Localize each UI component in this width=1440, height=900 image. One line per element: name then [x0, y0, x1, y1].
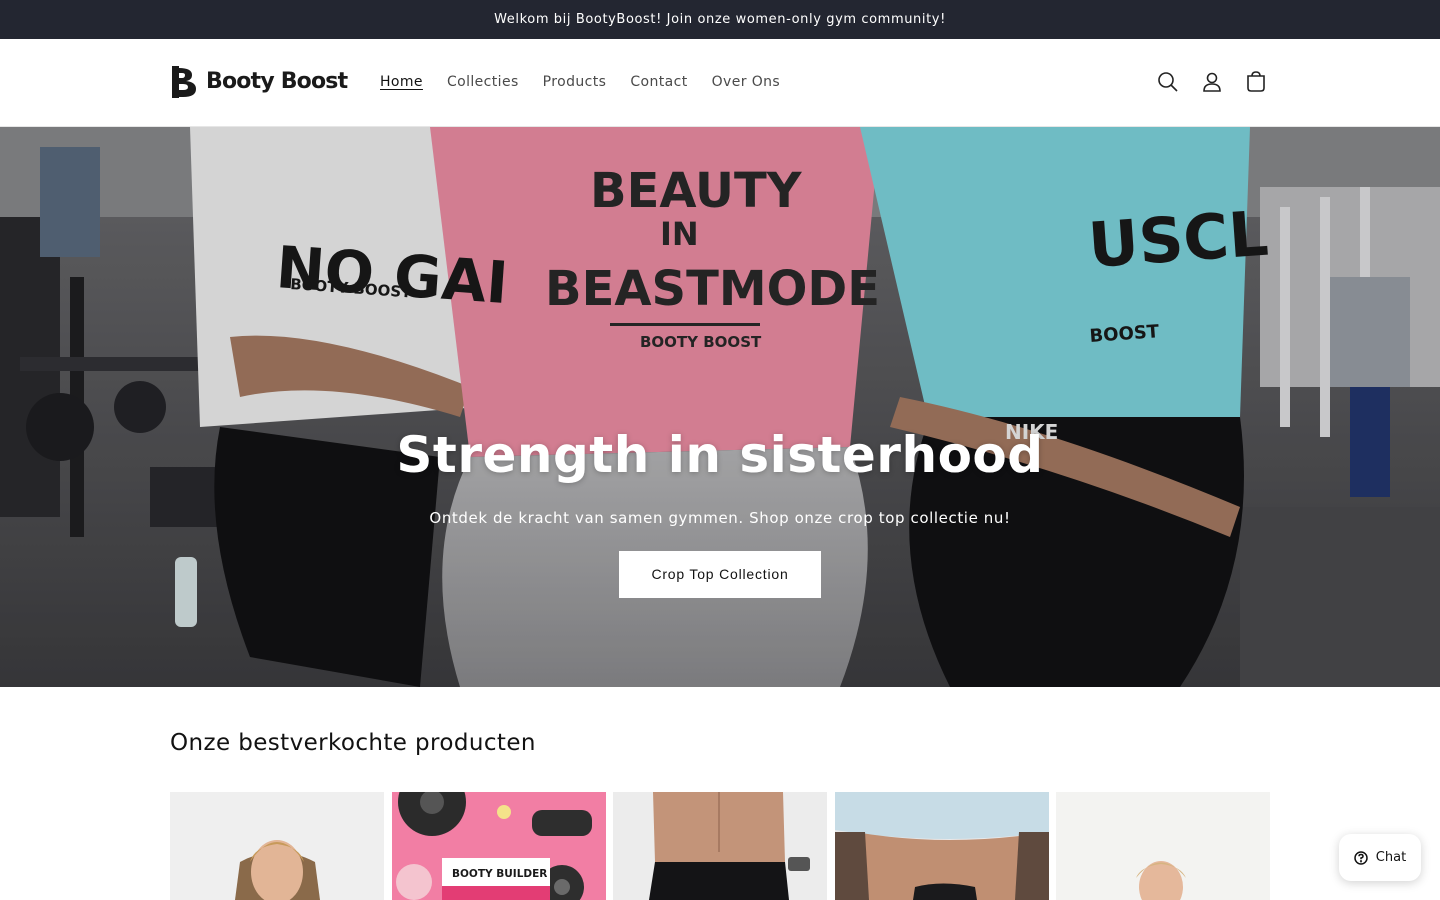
- search-button[interactable]: [1146, 69, 1190, 95]
- crop-top-collection-button[interactable]: Crop Top Collection: [619, 551, 821, 598]
- logo-icon: [172, 66, 196, 98]
- product-image: [834, 792, 1049, 900]
- announcement-text: Welkom bij BootyBoost! Join onze women-o…: [494, 12, 946, 27]
- cart-icon: [1247, 71, 1265, 92]
- product-card[interactable]: BOOTY BUILDER: [391, 792, 606, 900]
- nav-item-contact[interactable]: Contact: [618, 69, 699, 95]
- product-image: [1056, 792, 1270, 900]
- announcement-bar: Welkom bij BootyBoost! Join onze women-o…: [0, 0, 1440, 39]
- hero-subtitle: Ontdek de kracht van samen gymmen. Shop …: [429, 509, 1011, 527]
- product-card[interactable]: [613, 792, 827, 900]
- site-header: Booty Boost Home Collecties Products Con…: [0, 39, 1440, 127]
- nav-item-over-ons[interactable]: Over Ons: [700, 69, 793, 95]
- nav-item-products[interactable]: Products: [531, 69, 619, 95]
- bestsellers-title: Onze bestverkochte producten: [170, 730, 536, 756]
- product-card[interactable]: [834, 792, 1049, 900]
- cart-button[interactable]: [1234, 69, 1278, 95]
- product-print: BOOTY BUILDER: [452, 868, 547, 880]
- product-card[interactable]: [170, 792, 384, 900]
- logo[interactable]: Booty Boost: [170, 66, 348, 98]
- logo-text: Booty Boost: [206, 69, 348, 94]
- account-icon: [1203, 72, 1221, 92]
- nav-item-home[interactable]: Home: [368, 69, 435, 95]
- help-icon: [1354, 850, 1368, 865]
- account-button[interactable]: [1190, 69, 1234, 95]
- main-nav: Home Collecties Products Contact Over On…: [368, 69, 792, 95]
- chat-button[interactable]: Chat: [1339, 834, 1421, 881]
- nav-item-collecties[interactable]: Collecties: [435, 69, 531, 95]
- hero-title: Strength in sisterhood: [396, 426, 1044, 484]
- product-image: [613, 792, 827, 900]
- chat-label: Chat: [1375, 850, 1407, 865]
- product-grid: BOOTY BUILDER: [170, 792, 1270, 900]
- product-card[interactable]: [1056, 792, 1270, 900]
- product-image: [170, 792, 384, 900]
- product-image: BOOTY BUILDER: [391, 792, 606, 900]
- hero-overlay: [0, 127, 1440, 687]
- search-icon: [1158, 72, 1178, 92]
- hero-banner: NO GAI BOOTY BOOST BEAUTY IN BEASTMODE B…: [0, 127, 1440, 687]
- hero-content: Strength in sisterhood Ontdek de kracht …: [0, 423, 1440, 598]
- header-icons: [1146, 69, 1278, 95]
